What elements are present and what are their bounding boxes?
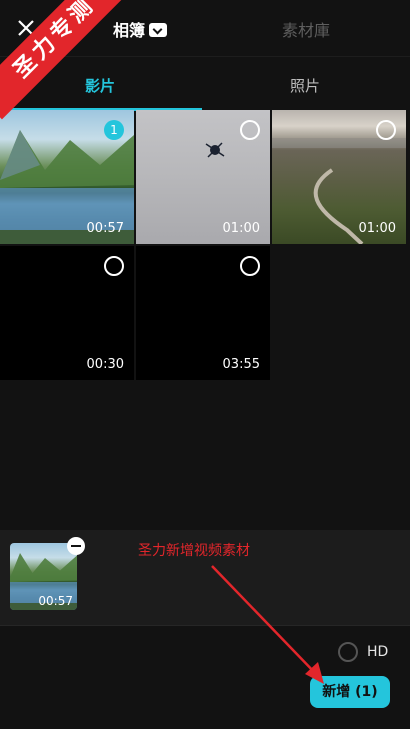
tab-album-label: 相簿 — [113, 21, 146, 40]
media-item[interactable]: 01:00 — [272, 110, 406, 244]
tab-album[interactable]: 相簿 — [113, 17, 168, 41]
media-item[interactable]: 1 00:57 — [0, 110, 134, 244]
media-item[interactable]: 01:00 — [136, 110, 270, 244]
video-duration: 03:55 — [222, 357, 260, 372]
video-duration: 00:57 — [38, 594, 73, 608]
tab-videos[interactable]: 影片 — [85, 75, 115, 96]
selection-circle[interactable] — [376, 120, 396, 140]
chevron-down-icon[interactable] — [149, 23, 168, 37]
selection-badge[interactable]: 1 — [104, 120, 124, 140]
remove-icon[interactable] — [67, 537, 85, 555]
selection-circle[interactable] — [240, 256, 260, 276]
video-duration: 00:57 — [86, 221, 124, 236]
media-item[interactable]: 00:30 — [0, 246, 134, 380]
annotation-text: 圣力新增视频素材 — [138, 543, 250, 559]
selected-media-item[interactable]: 00:57 — [10, 537, 85, 610]
tab-materials[interactable]: 素材庫 — [282, 17, 330, 41]
media-type-tabs: 影片 照片 — [0, 56, 410, 111]
hd-label: HD — [367, 644, 389, 660]
selection-circle[interactable] — [104, 256, 124, 276]
hd-radio[interactable] — [338, 642, 358, 662]
selection-circle[interactable] — [240, 120, 260, 140]
tab-photos[interactable]: 照片 — [290, 75, 320, 96]
video-duration: 01:00 — [358, 221, 396, 236]
add-button[interactable]: 新增 (1) — [310, 676, 390, 708]
video-duration: 00:30 — [86, 357, 124, 372]
video-duration: 01:00 — [222, 221, 260, 236]
media-item[interactable]: 03:55 — [136, 246, 270, 380]
footer-bar: HD 新增 (1) — [0, 625, 410, 729]
